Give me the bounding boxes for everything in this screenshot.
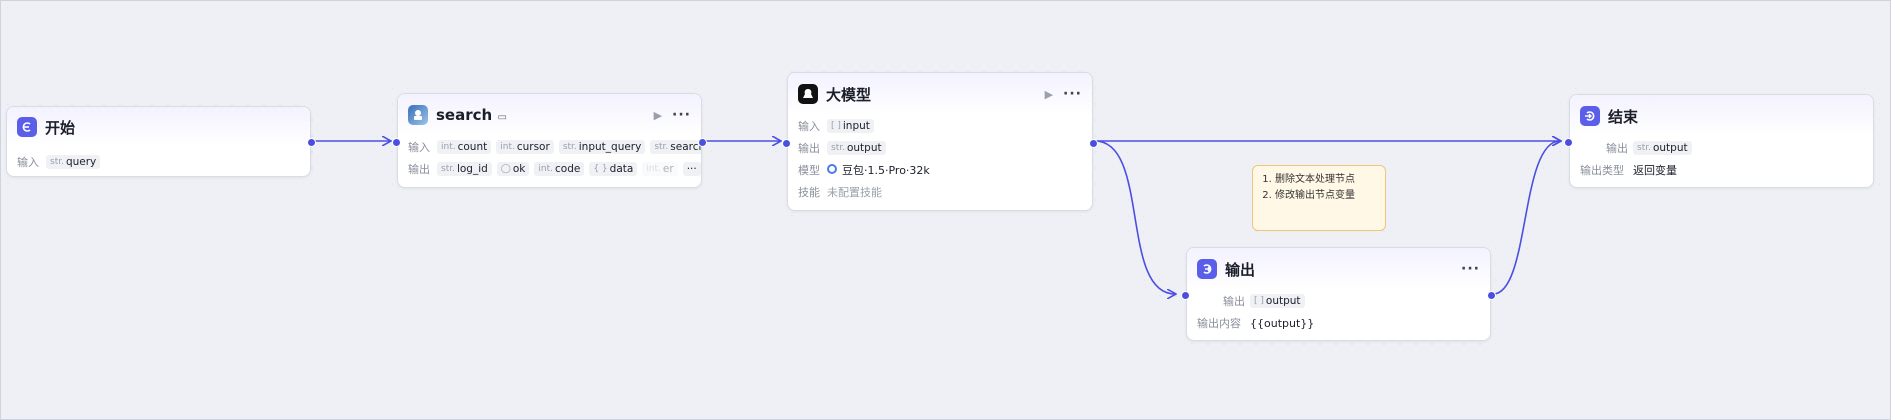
llm-output-port[interactable] [1089,139,1098,148]
output-node-header[interactable]: 输出 ··· [1187,248,1490,290]
llm-output-label: 输出 [798,142,820,155]
search-input-label: 输入 [408,141,430,154]
end-type-row: 输出类型 返回变量 [1570,159,1873,181]
search-output-row: 输出 str. log_id ◯ ok int. code { } data int. e… [398,158,701,180]
llm-skill-value: 未配置技能 [827,186,882,199]
llm-model-value: 豆包·1.5·Pro·32k [842,164,930,177]
comment-note[interactable]: 删除文本处理节点 修改输出节点变量 [1252,165,1386,231]
more-icon[interactable]: ··· [1461,261,1480,277]
plugin-badge-icon: ▭ [497,112,507,123]
end-node-header[interactable]: 结束 [1570,95,1873,137]
llm-node[interactable]: 大模型 ▶ ··· 输入 [ ] input 输出 str. output 模型 豆… [782,72,1098,211]
end-input-port[interactable] [1564,138,1573,147]
search-output-port[interactable] [698,138,707,147]
llm-input-label: 输入 [798,120,820,133]
search-output-data: { } data [589,162,638,176]
llm-model-label: 模型 [798,164,820,177]
output-node-title: 输出 [1225,260,1256,279]
start-input-query: str. query [46,155,101,169]
output-input-port[interactable] [1181,291,1190,300]
search-input-search-id: str.search_id [650,140,701,154]
search-input-input-query: str. input_query [558,140,646,154]
start-node-title: 开始 [45,118,76,137]
output-content-label: 输出内容 [1197,317,1241,330]
output-output-port[interactable] [1487,291,1496,300]
search-node-title: search ▭ [436,106,507,124]
llm-node-title: 大模型 [826,85,872,104]
end-output-label: 输出 [1606,142,1628,155]
output-output-label: 输出 [1223,295,1245,308]
edge-output-end[interactable] [1492,141,1560,295]
llm-model-icon [798,84,818,104]
output-output-var: [ ] output [1250,294,1305,308]
more-icon[interactable]: ··· [672,107,691,123]
start-node-header[interactable]: 开始 [7,107,310,147]
search-outputs-more-button[interactable]: ··· [682,162,701,176]
search-plugin-icon [408,105,428,125]
end-icon [1580,106,1600,126]
search-input-count: int. count [437,140,492,154]
end-node-title: 结束 [1608,107,1639,126]
note-item: 删除文本处理节点 [1275,172,1377,188]
output-content-value: {{output}} [1250,316,1315,330]
run-icon[interactable]: ▶ [1045,88,1053,101]
end-output-row: 输出 str. output [1570,137,1873,159]
llm-model-row: 模型 豆包·1.5·Pro·32k [788,159,1092,181]
start-icon [17,117,37,137]
llm-skill-row: 技能 未配置技能 [788,181,1092,203]
end-type-label: 输出类型 [1580,164,1624,177]
search-output-log-id: str. log_id [437,162,492,176]
end-type-value: 返回变量 [1633,164,1677,177]
llm-node-header[interactable]: 大模型 ▶ ··· [788,73,1092,115]
output-node[interactable]: 输出 ··· 输出 [ ] output 输出内容 {{output}} [1181,247,1496,341]
start-output-port[interactable] [307,138,316,147]
llm-input-port[interactable] [782,139,791,148]
output-output-row: 输出 [ ] output [1187,290,1490,312]
end-node[interactable]: 结束 输出 str. output 输出类型 返回变量 [1564,94,1874,188]
note-item: 修改输出节点变量 [1275,188,1377,204]
doubao-icon [827,163,837,177]
llm-input-input: [ ] input [827,119,874,133]
more-icon[interactable]: ··· [1063,86,1082,102]
output-content-row: 输出内容 {{output}} [1187,312,1490,334]
search-input-port[interactable] [392,138,401,147]
run-icon[interactable]: ▶ [654,109,662,122]
start-input-label: 输入 [17,156,39,169]
llm-skill-label: 技能 [798,186,820,199]
search-output-er: int. er [642,162,678,176]
llm-output-output: str. output [827,141,886,155]
search-output-code: int. code [534,162,585,176]
search-output-label: 输出 [408,163,430,176]
search-input-cursor: int. cursor [496,140,554,154]
edge-llm-output[interactable] [1094,140,1175,294]
llm-input-row: 输入 [ ] input [788,115,1092,137]
search-node-header[interactable]: search ▭ ▶ ··· [398,94,701,136]
start-node[interactable]: 开始 输入 str. query [6,106,316,177]
search-output-ok: ◯ ok [496,162,530,176]
llm-output-row: 输出 str. output [788,137,1092,159]
end-output-var: str. output [1633,141,1692,155]
search-input-row: 输入 int. count int. cursor str. input_query … [398,136,701,158]
start-input-row: 输入 str. query [7,151,310,173]
search-node[interactable]: search ▭ ▶ ··· 输入 int. count int. cursor s… [392,93,707,188]
output-icon [1197,259,1217,279]
